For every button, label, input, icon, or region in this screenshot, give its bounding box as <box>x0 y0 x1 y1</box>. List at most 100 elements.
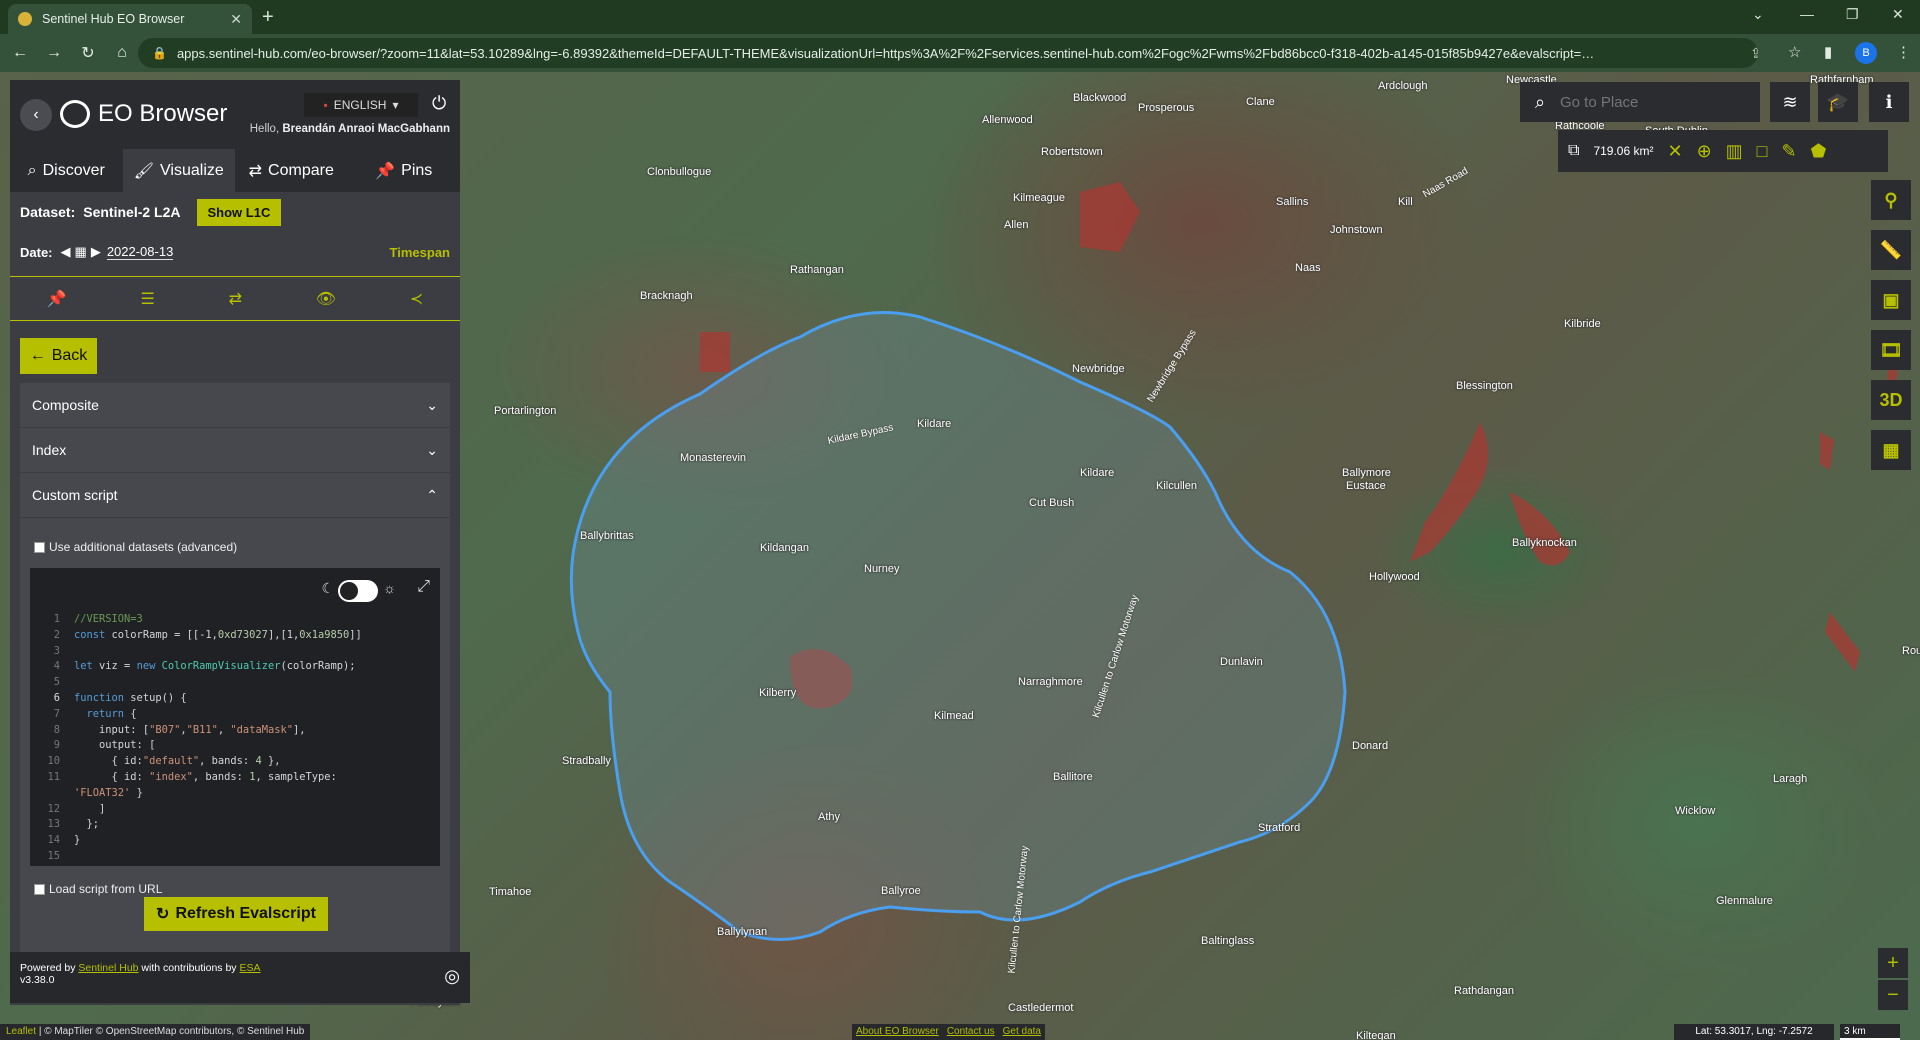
place-label: Ballybrittas <box>580 530 634 542</box>
reload-button[interactable]: ↻ <box>74 43 102 63</box>
search-input[interactable] <box>1560 93 1750 111</box>
collapse-panel-button[interactable]: ‹ <box>20 99 52 131</box>
browser-tab[interactable]: Sentinel Hub EO Browser ✕ <box>8 4 252 34</box>
forward-nav-button[interactable]: → <box>40 44 68 62</box>
statistics-icon[interactable]: ▥ <box>1726 141 1743 162</box>
place-label: Ballyknockan <box>1512 537 1577 549</box>
theme-toggle[interactable] <box>338 580 378 602</box>
compare-icon: ⇄ <box>248 162 263 180</box>
effects-sliders-icon[interactable]: ☰ <box>141 289 155 309</box>
load-script-url-checkbox[interactable]: Load script from URL <box>34 882 162 896</box>
place-label: Kilmead <box>934 710 974 722</box>
refresh-icon: ↻ <box>156 906 170 923</box>
new-tab-button[interactable]: + <box>262 6 274 28</box>
place-label: Stratford <box>1258 822 1301 834</box>
layers-button[interactable]: ≋ <box>1770 82 1810 122</box>
tab-compare[interactable]: ⇄ Compare <box>235 149 348 192</box>
polygon-icon[interactable]: ⬟ <box>1811 141 1827 162</box>
language-select[interactable]: ▪ ENGLISH ▾ <box>304 93 418 117</box>
compare-icon[interactable]: ⇄ <box>229 289 242 309</box>
sentinel-hub-link[interactable]: Sentinel Hub <box>78 962 138 974</box>
timelapse-button[interactable]: 🎞 <box>1871 330 1911 370</box>
go-to-place-search[interactable]: ⌕ <box>1520 82 1760 122</box>
back-nav-button[interactable]: ← <box>6 44 34 62</box>
histogram-button[interactable]: ▦ <box>1871 430 1911 470</box>
menu-icon[interactable]: ⋮ <box>1896 43 1911 61</box>
place-label: Cut Bush <box>1029 497 1075 509</box>
dataset-row: Dataset: Sentinel-2 L2A Show L1C <box>10 192 460 232</box>
line-text: { id:"default", bands: 4 }, <box>74 755 281 768</box>
contact-link[interactable]: Contact us <box>947 1026 995 1038</box>
3d-button[interactable]: 3D <box>1871 380 1911 420</box>
timespan-link[interactable]: Timespan <box>390 245 450 260</box>
tab-discover[interactable]: ⌕ Discover <box>10 149 123 192</box>
expand-icon[interactable]: ⤢ <box>417 578 430 596</box>
education-button[interactable]: 🎓 <box>1818 82 1858 122</box>
close-tab-icon[interactable]: ✕ <box>230 11 242 28</box>
code-lines[interactable]: 1 //VERSION=3 2 const colorRamp = [[-1,0xd7… <box>30 612 430 865</box>
tab-pins[interactable]: 📌 Pins <box>348 149 461 192</box>
tab-visualize[interactable]: 🖌 Visualize <box>122 149 235 192</box>
accordion-custom-script[interactable]: Custom script ⌃ <box>20 473 450 517</box>
prev-date-icon[interactable]: ◀ <box>61 244 71 260</box>
visualize-toolbar: 📌 ☰ ⇄ 👁 ≺ <box>10 276 460 321</box>
share-icon[interactable]: ≺ <box>410 289 423 309</box>
place-label: Robertstown <box>1041 146 1103 158</box>
code-line: 12 ] <box>30 802 430 818</box>
bookmark-star-icon[interactable]: ☆ <box>1788 43 1801 61</box>
close-window-button[interactable]: ✕ <box>1892 6 1904 23</box>
aoi-polygon <box>569 311 1347 941</box>
place-label: Kiltegan <box>1356 1030 1396 1040</box>
use-additional-datasets-checkbox[interactable]: Use additional datasets (advanced) <box>34 540 237 554</box>
place-label: Kilbride <box>1564 318 1601 330</box>
esa-link[interactable]: ESA <box>239 962 260 974</box>
ruler-button[interactable]: 📏 <box>1871 230 1911 270</box>
minimize-button[interactable]: — <box>1800 6 1814 22</box>
code-editor[interactable]: ☾ ☼ ⤢ 1 //VERSION=3 2 const colorRamp = [[-… <box>30 568 440 866</box>
sidepanel-icon[interactable]: ▮ <box>1824 43 1832 61</box>
zoom-in-button[interactable]: + <box>1878 948 1908 978</box>
date-label: Date: <box>20 244 53 260</box>
rectangle-icon[interactable]: □ <box>1757 141 1768 162</box>
line-number <box>30 786 74 802</box>
back-button[interactable]: ← Back <box>20 338 97 374</box>
logout-power-icon[interactable]: ⏻ <box>432 93 446 114</box>
cursor-coordinates: Lat: 53.3017, Lng: -7.2572 <box>1674 1024 1834 1040</box>
refresh-evalscript-button[interactable]: ↻ Refresh Evalscript <box>144 897 328 931</box>
remove-aoi-icon[interactable]: ✕ <box>1667 141 1682 162</box>
tab-search-icon[interactable]: ⌄ <box>1752 6 1764 23</box>
profile-avatar[interactable]: B <box>1855 42 1877 64</box>
zoom-out-button[interactable]: − <box>1878 980 1908 1010</box>
share-icon[interactable]: ⇪ <box>1750 45 1758 62</box>
leaflet-link[interactable]: Leaflet <box>6 1026 36 1037</box>
restore-button[interactable]: ❐ <box>1846 6 1859 23</box>
pencil-icon[interactable]: ✎ <box>1782 141 1797 162</box>
code-line: 14} <box>30 833 430 849</box>
next-date-icon[interactable]: ▶ <box>91 244 101 260</box>
pin-icon[interactable]: 📌 <box>47 289 67 309</box>
info-button[interactable]: ℹ <box>1869 82 1909 122</box>
place-label: Baltinglass <box>1201 935 1255 947</box>
checkbox-box[interactable] <box>34 541 45 553</box>
about-link[interactable]: About EO Browser <box>856 1026 939 1038</box>
address-bar[interactable]: 🔒 apps.sentinel-hub.com/eo-browser/?zoom… <box>138 38 1758 68</box>
image-download-button[interactable]: ▣ <box>1871 280 1911 320</box>
get-data-link[interactable]: Get data <box>1003 1026 1041 1038</box>
show-l1c-button[interactable]: Show L1C <box>196 198 282 226</box>
hide-eye-icon[interactable]: 👁 <box>316 289 336 309</box>
place-label: Ballyroe <box>881 885 921 897</box>
footer-links: About EO Browser Contact us Get data <box>852 1024 1045 1040</box>
center-aoi-icon[interactable]: ⊕ <box>1697 141 1712 162</box>
home-button[interactable]: ⌂ <box>108 44 136 62</box>
copy-icon[interactable]: ⧉ <box>1568 142 1579 160</box>
accordion-label: Composite <box>32 397 99 413</box>
calendar-icon[interactable]: ▦ <box>75 244 87 260</box>
accordion-index[interactable]: Index ⌄ <box>20 428 450 472</box>
accordion-composite[interactable]: Composite ⌄ <box>20 383 450 427</box>
brush-icon: 🖌 <box>133 162 155 180</box>
date-value[interactable]: 2022-08-13 <box>106 244 174 260</box>
line-number: 4 <box>53 660 60 673</box>
place-label: Newbridge <box>1072 363 1125 375</box>
checkbox-box[interactable] <box>34 883 45 895</box>
poi-marker-button[interactable]: ⚲ <box>1871 180 1911 220</box>
